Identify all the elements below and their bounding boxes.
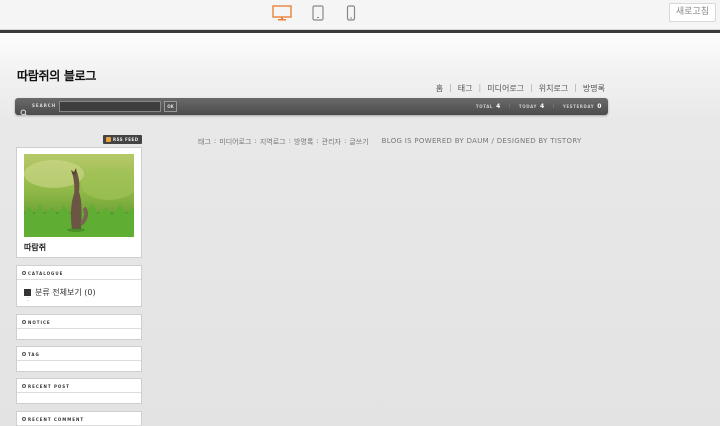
footer-link-locallog[interactable]: 지역로그: [260, 137, 286, 147]
nav-separator: |: [530, 83, 533, 92]
catalogue-widget: CATALOGUE 분류 전체보기 (0) · ·: [16, 265, 142, 307]
recent-comment-widget: RECENT COMMENT: [16, 411, 142, 426]
widget-title: RECENT COMMENT: [17, 412, 141, 426]
bullet-icon: [22, 271, 26, 275]
phone-icon[interactable]: [346, 5, 356, 25]
footer-link-guestbook[interactable]: 방명록: [294, 137, 313, 147]
category-all-link[interactable]: 분류 전체보기 (0): [24, 287, 96, 298]
bullet-icon: [22, 320, 26, 324]
notice-widget: NOTICE: [16, 314, 142, 340]
widget-title: TAG: [17, 347, 141, 361]
top-navigation: 홈 | 태그 | 미디어로그 | 위치로그 | 방명록: [436, 83, 605, 94]
rss-feed-button[interactable]: RSS FEED: [103, 135, 142, 144]
footer-separator: :: [288, 137, 291, 145]
refresh-button[interactable]: 새로고침: [668, 3, 716, 22]
recent-comment-title: RECENT COMMENT: [28, 417, 85, 422]
rss-icon: [106, 137, 111, 142]
bullet-icon: [22, 384, 26, 388]
search-ok-button[interactable]: OK: [164, 101, 177, 112]
widget-title: NOTICE: [17, 315, 141, 329]
footer-link-write[interactable]: 글쓰기: [349, 137, 368, 147]
nav-separator: |: [574, 83, 577, 92]
footer-separator: :: [254, 137, 257, 145]
nav-separator: |: [449, 83, 452, 92]
footer: 태그: 미디어로그: 지역로그: 방명록: 관리자: 글쓰기 BLOG IS P…: [198, 137, 582, 147]
notice-title: NOTICE: [28, 320, 51, 325]
footer-separator: :: [213, 137, 217, 145]
tag-widget: TAG: [16, 346, 142, 372]
stat-total: TOTAL 4: [475, 103, 501, 110]
search-stats-bar: SEARCH OK TOTAL 4 | TODAY 4 | YESTERDAY 0: [15, 98, 608, 117]
rss-label: RSS FEED: [113, 137, 139, 142]
footer-separator: :: [316, 137, 319, 145]
footer-credit: BLOG IS POWERED BY DAUM / DESIGNED BY TI…: [381, 137, 582, 145]
profile-widget: 따람쥐: [16, 147, 142, 258]
desktop-icon[interactable]: [272, 5, 292, 27]
footer-separator: :: [343, 137, 347, 145]
search-input[interactable]: [59, 101, 161, 112]
recent-post-title: RECENT POST: [28, 384, 70, 389]
stat-divider: |: [508, 103, 511, 108]
profile-name[interactable]: 따람쥐: [24, 242, 46, 253]
nav-home[interactable]: 홈: [436, 83, 443, 94]
profile-image[interactable]: [24, 154, 134, 237]
search-icon: [20, 102, 28, 121]
stat-divider: |: [552, 103, 555, 108]
category-all-label: 분류 전체보기 (0): [35, 288, 96, 297]
footer-link-medialog[interactable]: 미디어로그: [219, 137, 251, 147]
nav-locationlog[interactable]: 위치로그: [539, 83, 568, 94]
recent-post-widget: RECENT POST: [16, 378, 142, 404]
catalogue-title: CATALOGUE: [28, 271, 64, 276]
nav-guestbook[interactable]: 방명록: [583, 83, 605, 94]
blog-title[interactable]: 따람쥐의 블로그: [17, 67, 96, 84]
nav-medialog[interactable]: 미디어로그: [487, 83, 524, 94]
search-label: SEARCH: [32, 103, 57, 108]
widget-title: CATALOGUE: [17, 266, 141, 280]
bullet-icon: [22, 352, 26, 356]
nav-tag[interactable]: 태그: [458, 83, 473, 94]
visitor-stats: TOTAL 4 | TODAY 4 | YESTERDAY 0: [476, 103, 602, 110]
footer-link-admin[interactable]: 관리자: [322, 137, 341, 147]
widget-title: RECENT POST: [17, 379, 141, 393]
tablet-icon[interactable]: [312, 5, 324, 25]
tree-dots: · ·: [27, 295, 29, 305]
nav-separator: |: [478, 83, 482, 92]
tag-title: TAG: [28, 352, 40, 357]
stat-today: TODAY 4: [518, 103, 545, 110]
footer-link-tag[interactable]: 태그: [198, 137, 211, 147]
stat-yesterday: YESTERDAY 0: [562, 103, 602, 110]
device-toolbar: 새로고침: [0, 0, 720, 30]
bullet-icon: [22, 417, 26, 421]
